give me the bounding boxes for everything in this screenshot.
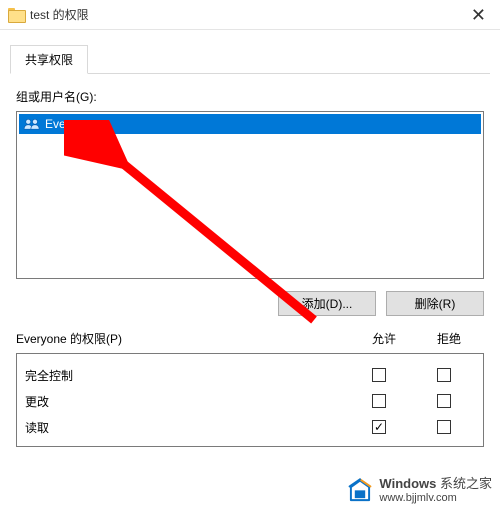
deny-cell [409,394,479,408]
add-button-label: 添加(D)... [302,295,353,312]
list-item[interactable]: Everyone [19,114,481,134]
permission-name: 更改 [25,393,349,410]
button-row: 添加(D)... 删除(R) [16,291,484,316]
watermark-text: Windows Windows 系统之家系统之家 www.bjjmlv.com [379,476,492,506]
users-listbox[interactable]: Everyone [16,111,484,279]
watermark: Windows Windows 系统之家系统之家 www.bjjmlv.com [347,476,492,506]
watermark-brand: Windows Windows 系统之家系统之家 [379,476,492,492]
add-button[interactable]: 添加(D)... [278,291,376,316]
watermark-logo-icon [347,478,373,504]
checkbox-deny-read[interactable] [437,420,451,434]
dialog-content: 组或用户名(G): Everyone 添加(D)... 删除(R) Everyo… [0,74,500,447]
tab-strip: 共享权限 [0,44,500,74]
deny-cell [409,420,479,434]
permission-name: 完全控制 [25,367,349,384]
allow-cell [349,394,409,408]
list-item-label: Everyone [45,117,96,131]
watermark-url: www.bjjmlv.com [379,492,492,506]
checkbox-deny-full[interactable] [437,368,451,382]
allow-cell [349,368,409,382]
tab-share-permissions[interactable]: 共享权限 [10,45,88,74]
checkbox-allow-full[interactable] [372,368,386,382]
permissions-header: Everyone 的权限(P) 允许 拒绝 [16,330,484,347]
column-deny: 拒绝 [414,330,484,347]
checkbox-allow-change[interactable] [372,394,386,408]
remove-button[interactable]: 删除(R) [386,291,484,316]
deny-cell [409,368,479,382]
permissions-title: Everyone 的权限(P) [16,330,354,347]
permission-row: 完全控制 [25,362,479,388]
close-icon[interactable]: ✕ [465,6,492,24]
users-icon [23,117,41,131]
remove-button-label: 删除(R) [415,295,456,312]
permission-name: 读取 [25,419,349,436]
permission-row: 读取 [25,414,479,440]
column-allow: 允许 [354,330,414,347]
allow-cell [349,420,409,434]
window-title: test 的权限 [30,6,465,23]
checkbox-allow-read[interactable] [372,420,386,434]
permission-row: 更改 [25,388,479,414]
permissions-box: 完全控制 更改 读取 [16,353,484,447]
tab-label: 共享权限 [25,53,73,67]
title-bar: test 的权限 ✕ [0,0,500,30]
checkbox-deny-change[interactable] [437,394,451,408]
folder-icon [8,8,24,21]
groups-label: 组或用户名(G): [16,88,484,105]
